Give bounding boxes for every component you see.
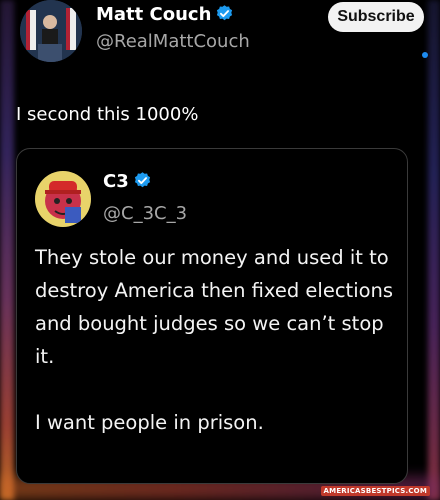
verified-badge-icon <box>217 5 233 21</box>
author-name[interactable]: Matt Couch <box>96 4 234 25</box>
quoted-avatar-image <box>35 171 91 227</box>
quoted-avatar[interactable] <box>35 171 91 227</box>
author-name-text: Matt Couch <box>96 4 212 25</box>
quoted-paragraph-1: They stole our money and used it to dest… <box>35 246 394 368</box>
quoted-post-card[interactable]: C3 @C_3C_3 They stole our money and used… <box>16 148 408 484</box>
notification-dot <box>422 52 428 58</box>
quoted-author-handle[interactable]: @C_3C_3 <box>103 203 187 224</box>
subscribe-button[interactable]: Subscribe <box>328 2 424 32</box>
quoted-post-body: They stole our money and used it to dest… <box>35 241 401 439</box>
quoted-author-name-text: C3 <box>103 171 129 192</box>
verified-badge-icon <box>134 172 150 188</box>
watermark: AMERICASBESTPICS.COM <box>320 486 430 496</box>
left-edge-glow <box>0 0 14 500</box>
right-edge-glow <box>428 0 440 500</box>
quoted-author-name[interactable]: C3 <box>103 171 152 192</box>
post-text: I second this 1000% <box>16 104 199 125</box>
quoted-paragraph-2: I want people in prison. <box>35 411 264 434</box>
avatar[interactable] <box>20 0 82 62</box>
author-handle[interactable]: @RealMattCouch <box>96 31 250 52</box>
avatar-image <box>20 0 82 62</box>
